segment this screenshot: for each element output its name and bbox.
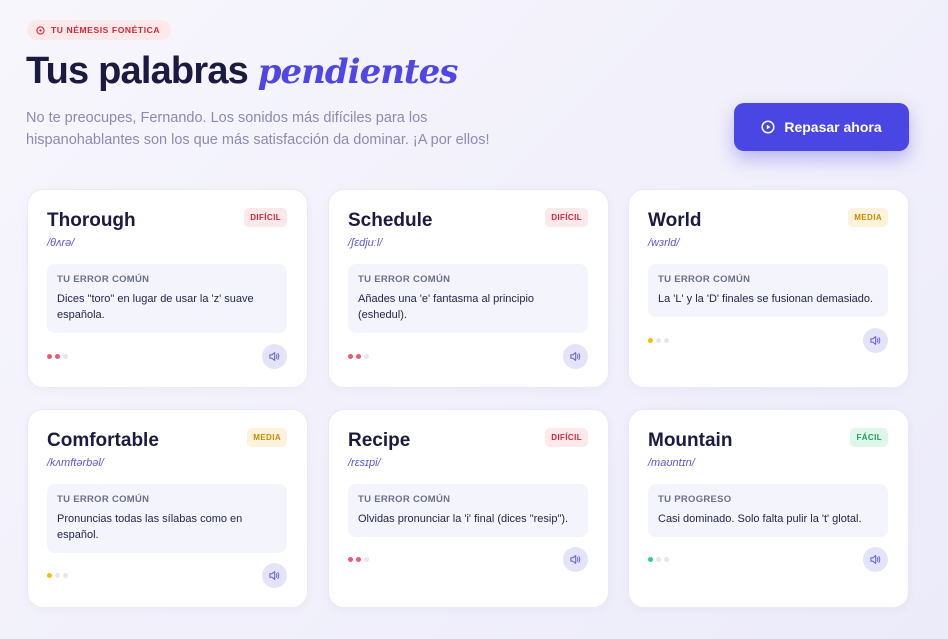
progress-dot-filled — [648, 338, 653, 343]
speaker-icon — [870, 336, 881, 345]
difficulty-badge: MEDIA — [848, 208, 888, 227]
card-note-text: Añades una 'e' fantasma al principio (es… — [358, 293, 535, 321]
card-ipa: /ʃɛdjuːl/ — [348, 237, 383, 249]
progress-dot-empty — [656, 338, 661, 343]
card-note-text: Pronuncias todas las sílabas como en esp… — [57, 513, 243, 541]
word-card[interactable]: Recipe /rɛsɪpi/ DIFÍCIL TU ERROR COMÚN O… — [328, 409, 609, 608]
word-card[interactable]: Comfortable /kʌmftərbəl/ MEDIA TU ERROR … — [27, 409, 308, 608]
progress-dot-empty — [364, 354, 369, 359]
page-title: Tus palabras pendientes — [26, 50, 459, 93]
card-ipa: /kʌmftərbəl/ — [47, 457, 104, 469]
card-note-box: TU ERROR COMÚN Olvidas pronunciar la 'i'… — [348, 484, 588, 537]
word-card[interactable]: Thorough /θʌrə/ DIFÍCIL TU ERROR COMÚN D… — [27, 189, 308, 388]
difficulty-badge: DIFÍCIL — [545, 428, 588, 447]
progress-dot-filled — [648, 557, 653, 562]
card-word: Schedule — [348, 210, 433, 231]
target-icon — [36, 25, 45, 35]
progress-dot-filled — [47, 354, 52, 359]
card-ipa: /rɛsɪpi/ — [348, 457, 381, 469]
play-audio-button[interactable] — [563, 344, 588, 369]
page-title-accent: pendientes — [257, 52, 459, 92]
progress-dot-empty — [664, 338, 669, 343]
card-word: World — [648, 210, 702, 231]
card-note-label: TU PROGRESO — [658, 494, 732, 505]
card-note-box: TU ERROR COMÚN Dices "toro" en lugar de … — [47, 264, 287, 333]
difficulty-badge: MEDIA — [247, 428, 287, 447]
speaker-icon — [870, 555, 881, 564]
card-note-label: TU ERROR COMÚN — [57, 274, 150, 285]
progress-dot-filled — [47, 573, 52, 578]
difficulty-badge: DIFÍCIL — [545, 208, 588, 227]
card-note-label: TU ERROR COMÚN — [57, 494, 150, 505]
progress-dots — [348, 354, 369, 359]
difficulty-badge: DIFÍCIL — [244, 208, 287, 227]
play-audio-button[interactable] — [563, 547, 588, 572]
progress-dots — [648, 557, 669, 562]
progress-dot-filled — [55, 354, 60, 359]
card-note-box: TU ERROR COMÚN Añades una 'e' fantasma a… — [348, 264, 588, 333]
speaker-icon — [570, 352, 581, 361]
progress-dot-empty — [63, 354, 68, 359]
difficulty-badge: FÁCIL — [850, 428, 888, 447]
progress-dots — [348, 557, 369, 562]
progress-dots — [648, 338, 669, 343]
play-circle-icon — [761, 120, 775, 134]
progress-dot-filled — [348, 354, 353, 359]
card-note-text: La 'L' y la 'D' finales se fusionan dema… — [658, 293, 874, 305]
card-note-text: Olvidas pronunciar la 'i' final (dices "… — [358, 513, 569, 525]
page-title-main: Tus palabras — [26, 50, 249, 92]
card-word: Thorough — [47, 210, 136, 231]
progress-dot-filled — [356, 354, 361, 359]
review-now-label: Repasar ahora — [784, 119, 882, 135]
speaker-icon — [570, 555, 581, 564]
play-audio-button[interactable] — [863, 328, 888, 353]
card-ipa: /θʌrə/ — [47, 237, 75, 249]
progress-dots — [47, 354, 68, 359]
card-note-box: TU PROGRESO Casi dominado. Solo falta pu… — [648, 484, 888, 537]
word-card[interactable]: World /wɜrld/ MEDIA TU ERROR COMÚN La 'L… — [628, 189, 909, 388]
card-note-box: TU ERROR COMÚN Pronuncias todas las síla… — [47, 484, 287, 553]
speaker-icon — [269, 571, 280, 580]
play-audio-button[interactable] — [863, 547, 888, 572]
card-ipa: /wɜrld/ — [648, 237, 680, 249]
badge-label: TU NÉMESIS FONÉTICA — [51, 25, 161, 35]
progress-dot-empty — [656, 557, 661, 562]
card-note-text: Casi dominado. Solo falta pulir la 't' g… — [658, 513, 862, 525]
progress-dots — [47, 573, 68, 578]
page-subtitle: No te preocupes, Fernando. Los sonidos m… — [26, 110, 490, 148]
progress-dot-empty — [664, 557, 669, 562]
card-note-text: Dices "toro" en lugar de usar la 'z' sua… — [57, 293, 254, 321]
nemesis-badge: TU NÉMESIS FONÉTICA — [27, 20, 172, 40]
card-note-label: TU ERROR COMÚN — [358, 274, 451, 285]
word-card[interactable]: Mountain /maʊntɪn/ FÁCIL TU PROGRESO Cas… — [628, 409, 909, 608]
review-now-button[interactable]: Repasar ahora — [734, 103, 909, 151]
play-audio-button[interactable] — [262, 563, 287, 588]
speaker-icon — [269, 352, 280, 361]
progress-dot-empty — [55, 573, 60, 578]
progress-dot-empty — [63, 573, 68, 578]
word-card[interactable]: Schedule /ʃɛdjuːl/ DIFÍCIL TU ERROR COMÚ… — [328, 189, 609, 388]
play-audio-button[interactable] — [262, 344, 287, 369]
card-word: Mountain — [648, 430, 733, 451]
progress-dot-filled — [348, 557, 353, 562]
card-note-box: TU ERROR COMÚN La 'L' y la 'D' finales s… — [648, 264, 888, 317]
card-note-label: TU ERROR COMÚN — [658, 274, 751, 285]
card-word: Recipe — [348, 430, 411, 451]
card-word: Comfortable — [47, 430, 159, 451]
progress-dot-empty — [364, 557, 369, 562]
progress-dot-filled — [356, 557, 361, 562]
card-note-label: TU ERROR COMÚN — [358, 494, 451, 505]
card-ipa: /maʊntɪn/ — [648, 457, 695, 469]
